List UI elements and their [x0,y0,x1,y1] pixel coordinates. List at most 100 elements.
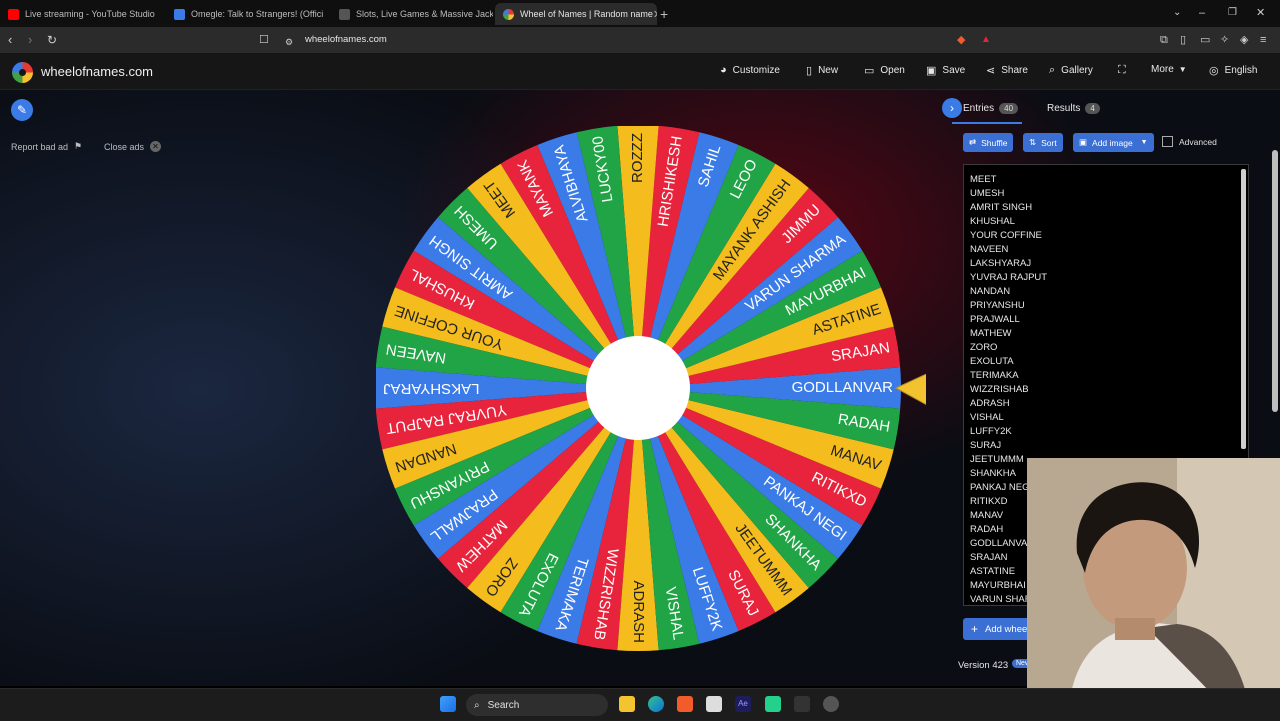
wheel-slice-label: LAKSHYARAJ [383,380,479,397]
globe-icon: ◎ [1209,65,1219,77]
language-label: English [1224,65,1258,76]
save-label: Save [942,65,966,76]
windows-start-icon[interactable] [440,696,456,712]
vpn-icon[interactable]: ◈ [1240,32,1248,48]
entry-item: UMESH [970,188,1005,199]
wheel-logo-icon[interactable] [12,62,33,83]
collapse-panel-icon[interactable]: › [942,98,962,118]
tab-entries[interactable]: Entries 40 [963,103,1019,114]
entry-item: EXOLUTA [970,356,1014,367]
back-icon[interactable]: ‹ [8,32,12,48]
wallet-icon[interactable]: ▭ [1200,32,1210,48]
gallery-label: Gallery [1061,65,1093,76]
tab-title: Slots, Live Games & Massive Jackpot [356,9,493,19]
wheel-slice-label: GODLLANVAR [792,379,894,396]
after-effects-icon[interactable]: Ae [735,696,751,712]
entry-item: PRAJWALL [970,314,1020,325]
entry-item: VISHAL [970,412,1004,423]
new-button[interactable]: ▯ New [806,64,838,77]
taskbar-search[interactable]: ⌕ Search [466,694,608,716]
edit-pencil-button[interactable]: ✎ [11,99,33,121]
entry-item: SURAJ [970,440,1002,451]
sort-button[interactable]: ⇅ Sort [1023,133,1063,152]
browser-tab[interactable]: Slots, Live Games & Massive Jackpot [331,3,493,25]
version-text: Version 423 [958,660,1009,671]
new-file-icon: ▯ [806,65,813,77]
browser-tab[interactable]: Live streaming - YouTube Studio [0,3,170,25]
gallery-button[interactable]: ⌕ Gallery [1049,64,1093,77]
tab-title: Wheel of Names | Random name [520,9,653,19]
panel-tabs: › Entries 40 Results 4 [942,94,1258,124]
entries-scrollbar[interactable] [1241,169,1246,449]
brave-icon[interactable] [677,696,693,712]
open-button[interactable]: ▭ Open [864,64,905,77]
new-label: New [818,65,839,76]
entry-item: WIZZRISHAB [970,384,1029,395]
browser-tab-active[interactable]: Wheel of Names | Random name ✕ [495,3,657,25]
active-tab-indicator [952,122,1022,124]
leo-icon[interactable]: ✧ [1220,32,1229,48]
entry-item: NAVEEN [970,244,1009,255]
page-scrollbar[interactable] [1272,150,1278,412]
close-tab-icon[interactable]: ✕ [653,8,657,21]
file-explorer-icon[interactable] [619,696,635,712]
brave-rewards-icon[interactable]: ▲ [981,32,991,48]
share-label: Share [1001,65,1028,76]
advanced-checkbox[interactable]: Advanced [1162,136,1217,147]
new-tab-button[interactable]: + [660,3,680,25]
more-button[interactable]: More ▼ [1151,64,1187,75]
add-image-label: Add image [1092,137,1133,148]
settings-gear-icon[interactable] [823,696,839,712]
close-circle-icon: ✕ [150,141,162,152]
browser-tab[interactable]: Omegle: Talk to Strangers! (Offici [166,3,331,25]
entry-item: LAKSHYARAJ [970,258,1032,269]
site-name[interactable]: wheelofnames.com [41,64,153,79]
customize-button[interactable]: ◕ Customize [720,64,780,76]
tab-title: Live streaming - YouTube Studio [25,9,155,19]
tab-list-chevron-icon[interactable]: ⌄ [1173,5,1181,21]
reload-icon[interactable]: ↻ [47,32,57,48]
save-button[interactable]: ▣ Save [926,64,965,77]
browser-tab-strip: Live streaming - YouTube Studio Omegle: … [0,0,1280,27]
more-label: More [1151,64,1174,75]
language-button[interactable]: ◎ English [1209,64,1257,77]
entry-item: YUVRAJ RAJPUT [970,272,1048,283]
sidebar-icon[interactable]: ▯ [1180,32,1186,48]
close-ads-link[interactable]: Close ads ✕ [104,141,162,152]
search-icon: ⌕ [1049,64,1056,76]
extensions-icon[interactable]: ⧉ [1160,32,1168,48]
tab-title: Omegle: Talk to Strangers! (Offici [191,9,324,19]
add-image-button[interactable]: ▣ Add image ▼ [1073,133,1154,152]
report-bad-ad-link[interactable]: Report bad ad ⚑ [11,141,82,152]
entries-tab-label: Entries [963,103,995,114]
entry-item: MATHEW [970,328,1012,339]
url-field[interactable]: wheelofnames.com [305,34,387,45]
edge-icon[interactable] [648,696,664,712]
close-window-icon[interactable]: ✕ [1256,5,1265,21]
menu-icon[interactable]: ≡ [1260,32,1266,48]
customize-label: Customize [732,64,780,76]
palette-icon: ◕ [720,64,727,76]
bookmark-icon[interactable]: ☐ [259,32,269,48]
shuffle-button[interactable]: ⇄ Shuffle [963,133,1014,152]
terminal-icon[interactable] [794,696,810,712]
plus-icon: + [660,6,669,22]
entry-item: ZORO [970,342,998,353]
store-icon[interactable] [706,696,722,712]
shuffle-icon: ⇄ [969,137,977,147]
restore-icon[interactable]: ❐ [1228,5,1237,21]
wheel-slice-label: ROZZZ [629,133,646,183]
forward-icon[interactable]: › [28,32,32,48]
wheel-canvas[interactable]: GODLLANVARSRAJANASTATINEMAYURBHAIVARUN S… [376,126,926,656]
fullscreen-button[interactable]: ⛶ [1118,64,1132,77]
wheel-hub[interactable] [586,336,690,440]
minimize-icon[interactable]: – [1199,5,1205,21]
obs-app-icon[interactable] [765,696,781,712]
tab-results[interactable]: Results 4 [1047,103,1100,114]
add-wheel-label: Add whee [985,623,1028,635]
search-icon: ⌕ [474,699,480,711]
brave-shields-icon[interactable]: ◆ [957,32,965,48]
site-info-icon[interactable]: ⚙ [285,34,293,50]
caret-down-icon: ▼ [1178,65,1187,74]
share-button[interactable]: ⋖ Share [986,64,1028,77]
